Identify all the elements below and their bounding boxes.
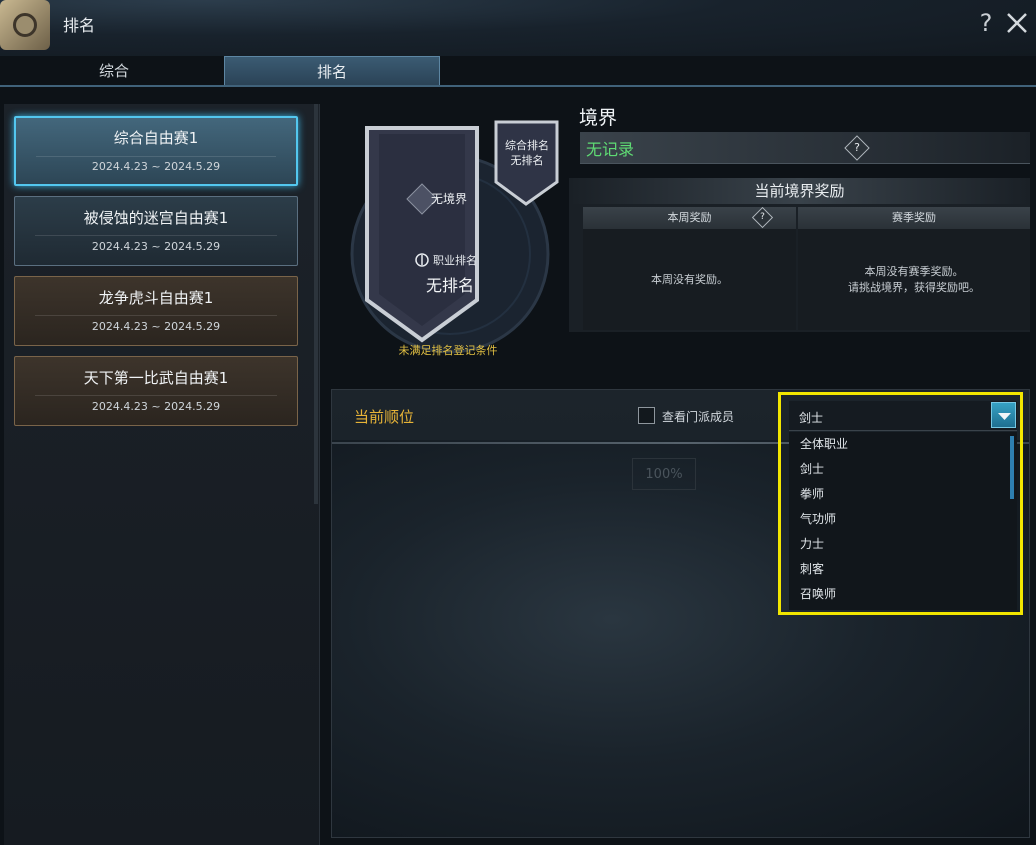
event-date: 2024.4.23 ~ 2024.5.29 [91, 320, 221, 333]
event-list: 综合自由赛1 2024.4.23 ~ 2024.5.29 被侵蚀的迷宫自由赛1 … [4, 104, 320, 845]
season-reward-body: 本周没有赛季奖励。 请挑战境界，获得奖励吧。 [798, 229, 1030, 330]
ranking-app-icon [0, 0, 50, 50]
season-reward-line2: 请挑战境界，获得奖励吧。 [848, 280, 980, 294]
guild-members-label[interactable]: 查看门派成员 [662, 408, 734, 425]
tab-ranking[interactable]: 排名 [224, 56, 440, 86]
help-icon: ? [854, 141, 860, 154]
rank-banner: 无境界 职业排名 无排名 综合排名 无排名 未满足排名登记条件 [345, 104, 570, 364]
rank-notice: 未满足排名登记条件 [398, 344, 498, 357]
event-item-overall-free[interactable]: 综合自由赛1 2024.4.23 ~ 2024.5.29 [14, 116, 298, 186]
tab-overview[interactable]: 综合 [4, 56, 224, 86]
class-rank-label: 职业排名 [433, 254, 477, 267]
event-date: 2024.4.23 ~ 2024.5.29 [91, 400, 221, 413]
reward-panel: 当前境界奖励 本周奖励 ? 赛季奖励 本周没有奖励。 本周没有赛季奖励。 请挑战… [569, 178, 1030, 332]
tab-divider [0, 85, 1036, 87]
class-rank-row: 职业排名 [415, 252, 477, 268]
ranking-title: 当前顺位 [354, 408, 415, 426]
class-icon [415, 253, 429, 267]
season-reward-line1: 本周没有赛季奖励。 [864, 264, 964, 278]
help-icon: ? [760, 212, 765, 222]
overall-rank-value: 无排名 [510, 154, 544, 167]
event-item-top-martial[interactable]: 天下第一比武自由赛1 2024.4.23 ~ 2024.5.29 [14, 356, 298, 426]
event-name: 综合自由赛1 [113, 129, 199, 147]
window-title: 排名 [63, 16, 96, 35]
event-name: 龙争虎斗自由赛1 [98, 289, 214, 307]
weekly-reward-body: 本周没有奖励。 [583, 229, 796, 330]
banner-realm: 无境界 [430, 192, 467, 206]
event-date: 2024.4.23 ~ 2024.5.29 [91, 160, 221, 173]
guild-members-checkbox[interactable] [638, 407, 655, 424]
progress-percent: 100% [632, 458, 696, 490]
realm-record: 无记录 [586, 140, 635, 159]
event-name: 天下第一比武自由赛1 [83, 369, 229, 387]
weekly-reward-label: 本周奖励 [667, 211, 712, 224]
close-icon [1007, 13, 1027, 33]
overall-rank-label: 综合排名 [505, 139, 549, 152]
event-item-dragon-tiger[interactable]: 龙争虎斗自由赛1 2024.4.23 ~ 2024.5.29 [14, 276, 298, 346]
help-button[interactable]: ? [975, 8, 997, 38]
event-date: 2024.4.23 ~ 2024.5.29 [91, 240, 221, 253]
season-reward-label: 赛季奖励 [892, 211, 936, 224]
highlight-box [778, 392, 1023, 615]
title-bar: 排名 ? [0, 0, 1036, 56]
realm-help-button[interactable]: ? [844, 135, 870, 161]
sidebar-scrollbar[interactable] [314, 104, 318, 504]
event-name: 被侵蚀的迷宫自由赛1 [83, 209, 229, 227]
realm-title: 境界 [579, 107, 618, 129]
reward-title: 当前境界奖励 [569, 178, 1030, 204]
close-button[interactable] [1003, 8, 1031, 38]
class-rank-value: 无排名 [425, 276, 474, 295]
season-reward-header: 赛季奖励 [798, 207, 1030, 229]
event-item-eroded-maze[interactable]: 被侵蚀的迷宫自由赛1 2024.4.23 ~ 2024.5.29 [14, 196, 298, 266]
realm-record-bar: 无记录 ? [580, 132, 1030, 164]
weekly-reward-text: 本周没有奖励。 [651, 272, 728, 286]
